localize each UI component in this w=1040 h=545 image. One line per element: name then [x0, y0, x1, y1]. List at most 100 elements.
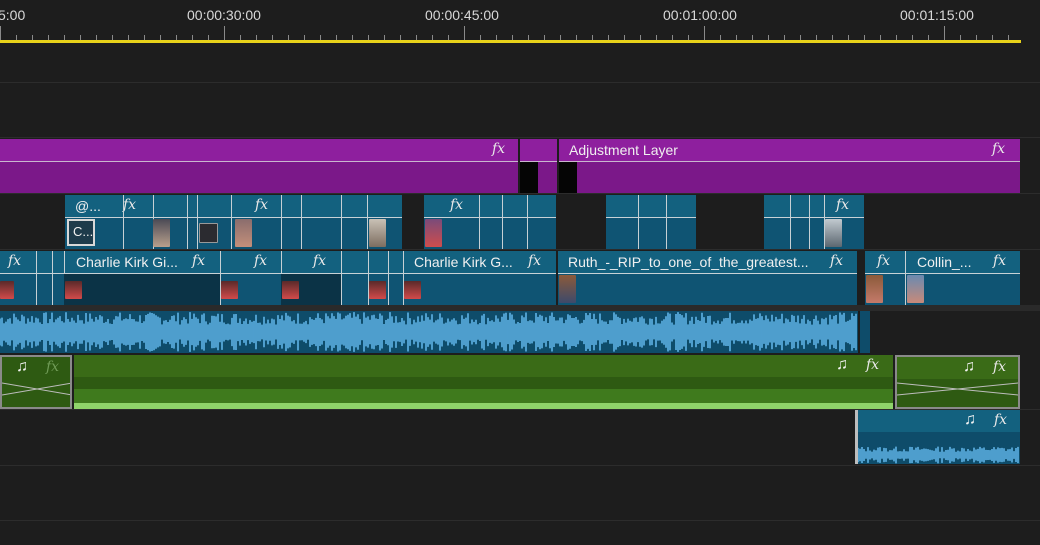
- selected-clip[interactable]: C...: [67, 219, 95, 246]
- clip-edge[interactable]: [341, 251, 342, 305]
- fx-badge[interactable]: fx: [993, 359, 1006, 375]
- clip-edge[interactable]: [123, 195, 124, 249]
- timecode-label: 00:01:00:00: [663, 7, 737, 23]
- clip-thumbnail: [907, 275, 924, 303]
- clip-body-dark: [64, 274, 220, 305]
- timecode-label: 00:00:45:00: [425, 7, 499, 23]
- v2-clip-group[interactable]: [606, 195, 696, 249]
- clip-header: [424, 195, 556, 218]
- fx-badge[interactable]: fx: [255, 197, 268, 213]
- adjustment-layer-clip[interactable]: Adjustment Layer fx: [559, 139, 1020, 193]
- clip-label: Collin_...: [917, 254, 972, 270]
- clip-edge[interactable]: [479, 195, 480, 249]
- clip-edge[interactable]: [301, 195, 302, 249]
- clip-thumbnail: [369, 219, 386, 247]
- fx-badge[interactable]: fx: [528, 253, 541, 269]
- timecode-label: 00:00:30:00: [187, 7, 261, 23]
- audio-clip-a3[interactable]: ♫ fx: [855, 410, 1020, 464]
- v2-clip-group[interactable]: @... fx fx C...: [65, 195, 402, 249]
- ruler-tick: [464, 26, 465, 40]
- clip-header: [0, 139, 518, 162]
- adjustment-layer-clip[interactable]: fx: [0, 139, 518, 193]
- clip-edge[interactable]: [905, 251, 906, 305]
- clip-edge[interactable]: [367, 195, 368, 249]
- clip-header: [2, 357, 70, 379]
- fx-badge[interactable]: fx: [8, 253, 21, 269]
- clip-header: [65, 195, 402, 218]
- audio-clip-a1[interactable]: [0, 311, 858, 353]
- v2-clip-group[interactable]: fx: [764, 195, 864, 249]
- clip-edge[interactable]: [809, 195, 810, 249]
- fx-badge[interactable]: fx: [492, 141, 505, 157]
- fx-badge[interactable]: fx: [313, 253, 326, 269]
- timecode-label: 00:01:15:00: [900, 7, 974, 23]
- clip-label: Ruth_-_RIP_to_one_of_the_greatest...: [568, 254, 809, 270]
- music-clip[interactable]: ♫ fx: [0, 355, 72, 409]
- clip-edge[interactable]: [281, 195, 282, 249]
- clip-edge[interactable]: [231, 195, 232, 249]
- ruler-tick: [704, 26, 705, 40]
- audio-clip-a1-tail[interactable]: [860, 311, 870, 353]
- fx-badge[interactable]: fx: [992, 141, 1005, 157]
- clip-thumbnail: [235, 219, 252, 247]
- music-note-icon: ♫: [964, 411, 976, 428]
- clip-edge[interactable]: [187, 195, 188, 249]
- music-clip[interactable]: ♫ fx: [74, 355, 893, 409]
- clip-thumbnail: [866, 275, 883, 303]
- fx-badge[interactable]: fx: [836, 197, 849, 213]
- timecode-label: 5:00: [0, 7, 26, 23]
- audio-waveform: [0, 312, 857, 352]
- fx-badge[interactable]: fx: [993, 253, 1006, 269]
- clip-edge[interactable]: [502, 195, 503, 249]
- time-ruler[interactable]: 5:00 00:00:30:00 00:00:45:00 00:01:00:00…: [0, 0, 1040, 44]
- clip-thumbnail: [559, 275, 576, 303]
- fx-badge[interactable]: fx: [866, 357, 879, 373]
- audio-waveform: [897, 382, 1018, 396]
- clip-edge[interactable]: [52, 251, 53, 305]
- ruler-tick: [0, 26, 1, 40]
- audio-waveform: [2, 382, 70, 396]
- clip-edge[interactable]: [388, 251, 389, 305]
- clip-thumbnail: [199, 223, 218, 243]
- fx-badge[interactable]: fx: [254, 253, 267, 269]
- clip-thumbnail: [404, 281, 421, 299]
- clip-label: Charlie Kirk G...: [414, 254, 513, 270]
- clip-edge[interactable]: [197, 195, 198, 249]
- fx-badge[interactable]: fx: [877, 253, 890, 269]
- clip-header: [74, 355, 893, 377]
- clip-header: [520, 139, 557, 162]
- work-area-bar[interactable]: [0, 40, 1021, 43]
- clip-edge[interactable]: [666, 195, 667, 249]
- fx-badge[interactable]: fx: [123, 197, 136, 213]
- ruler-tick: [944, 26, 945, 40]
- v1-clip[interactable]: Ruth_-_RIP_to_one_of_the_greatest... fx: [558, 251, 857, 305]
- v1-clip-group[interactable]: fx Collin_... fx: [865, 251, 1020, 305]
- clip-thumbnail: [65, 281, 82, 299]
- adjustment-layer-clip[interactable]: [520, 139, 557, 193]
- clip-edge[interactable]: [341, 195, 342, 249]
- clip-thumbnail: [425, 219, 442, 247]
- clip-edge[interactable]: [36, 251, 37, 305]
- music-clip[interactable]: ♫ fx: [895, 355, 1020, 409]
- track-lane-a3: [0, 465, 1040, 467]
- gap-marker: [520, 162, 538, 193]
- clip-edge[interactable]: [790, 195, 791, 249]
- fx-badge[interactable]: fx: [450, 197, 463, 213]
- clip-edge[interactable]: [527, 195, 528, 249]
- fx-badge[interactable]: fx: [830, 253, 843, 269]
- clip-thumbnail: [369, 281, 386, 299]
- v1-clip-group[interactable]: fx Charlie Kirk Gi... fx fx fx Charlie K…: [0, 251, 556, 305]
- ruler-tick: [224, 26, 225, 40]
- gap-marker: [559, 162, 577, 193]
- fx-badge[interactable]: fx: [46, 359, 59, 375]
- clip-thumbnail: [153, 219, 170, 247]
- clip-thumbnail: [221, 281, 238, 299]
- v2-clip-group[interactable]: fx: [424, 195, 556, 249]
- clip-edge[interactable]: [638, 195, 639, 249]
- audio-waveform: [858, 446, 1019, 464]
- fx-badge[interactable]: fx: [994, 412, 1007, 428]
- fx-badge[interactable]: fx: [192, 253, 205, 269]
- clip-label: Adjustment Layer: [569, 142, 678, 158]
- clip-label: Charlie Kirk Gi...: [76, 254, 178, 270]
- clip-thumbnail: [825, 219, 842, 247]
